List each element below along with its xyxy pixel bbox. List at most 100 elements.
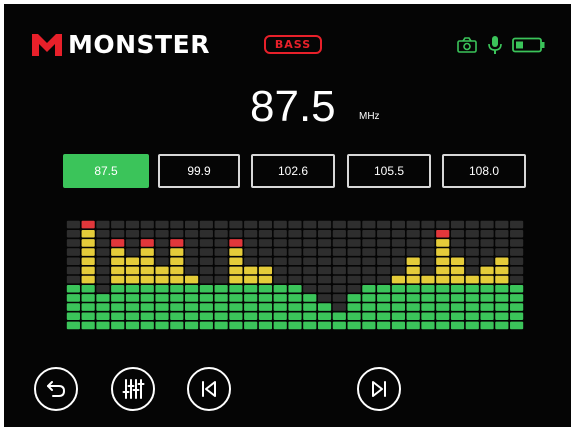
eq-cell — [258, 303, 273, 311]
eq-cell — [480, 220, 494, 229]
eq-cell — [140, 220, 154, 229]
eq-cell — [199, 303, 213, 311]
eq-cell — [125, 303, 140, 311]
previous-button[interactable] — [187, 367, 231, 411]
eq-cell — [81, 275, 95, 284]
eq-cell — [184, 284, 199, 293]
eq-cell — [170, 294, 184, 302]
eq-cell — [436, 257, 450, 266]
eq-cell — [199, 229, 213, 238]
eq-cell — [436, 220, 450, 229]
eq-cell — [170, 239, 184, 247]
eq-band — [81, 220, 95, 330]
eq-cell — [406, 266, 420, 275]
eq-cell — [199, 257, 213, 266]
eq-cell — [495, 239, 509, 247]
eq-cell — [258, 248, 273, 256]
eq-cell — [140, 284, 154, 293]
eq-cell — [155, 294, 169, 302]
eq-cell — [288, 239, 302, 247]
eq-cell — [406, 284, 420, 293]
eq-cell — [125, 321, 140, 330]
eq-band — [140, 220, 154, 330]
eq-cell — [406, 220, 420, 229]
eq-cell — [436, 239, 450, 247]
eq-band — [258, 220, 273, 330]
eq-cell — [229, 284, 243, 293]
eq-cell — [450, 229, 465, 238]
eq-cell — [317, 248, 332, 256]
next-button[interactable] — [357, 367, 401, 411]
eq-cell — [125, 239, 140, 247]
eq-cell — [347, 248, 361, 256]
eq-cell — [495, 284, 509, 293]
eq-cell — [288, 220, 302, 229]
eq-band — [391, 220, 405, 330]
eq-cell — [450, 294, 465, 302]
eq-band — [288, 220, 302, 330]
eq-cell — [273, 257, 287, 266]
eq-cell — [140, 266, 154, 275]
eq-cell — [421, 239, 435, 247]
preset-button-3[interactable]: 102.6 — [251, 154, 335, 188]
eq-cell — [170, 284, 184, 293]
preset-button-5[interactable]: 108.0 — [442, 154, 526, 188]
eq-cell — [510, 294, 524, 302]
eq-cell — [258, 312, 273, 321]
eq-cell — [465, 321, 479, 330]
eq-band — [229, 220, 243, 330]
eq-cell — [421, 229, 435, 238]
eq-cell — [303, 303, 317, 311]
eq-cell — [288, 312, 302, 321]
eq-cell — [81, 257, 95, 266]
eq-cell — [111, 248, 125, 256]
eq-cell — [229, 294, 243, 302]
eq-cell — [96, 239, 110, 247]
eq-cell — [111, 303, 125, 311]
eq-cell — [170, 303, 184, 311]
back-button[interactable] — [34, 367, 78, 411]
eq-cell — [184, 321, 199, 330]
eq-cell — [229, 248, 243, 256]
eq-cell — [81, 321, 95, 330]
eq-cell — [465, 257, 479, 266]
equalizer-button[interactable] — [111, 367, 155, 411]
eq-cell — [184, 266, 199, 275]
preset-button-4[interactable]: 105.5 — [347, 154, 431, 188]
preset-button-1[interactable]: 87.5 — [63, 154, 149, 188]
eq-cell — [347, 220, 361, 229]
eq-cell — [377, 257, 391, 266]
eq-cell — [317, 312, 332, 321]
eq-cell — [288, 321, 302, 330]
camera-icon — [457, 37, 477, 53]
preset-button-2[interactable]: 99.9 — [158, 154, 240, 188]
eq-cell — [347, 229, 361, 238]
monster-logo: MONSTER — [32, 32, 210, 58]
frequency-unit: MHz — [359, 111, 380, 122]
eq-cell — [317, 284, 332, 293]
eq-cell — [170, 248, 184, 256]
microphone-icon — [488, 36, 502, 54]
eq-cell — [362, 220, 376, 229]
eq-cell — [244, 257, 258, 266]
eq-cell — [140, 257, 154, 266]
eq-cell — [244, 312, 258, 321]
eq-band — [214, 220, 228, 330]
eq-cell — [480, 266, 494, 275]
eq-cell — [480, 303, 494, 311]
eq-cell — [495, 303, 509, 311]
eq-cell — [184, 257, 199, 266]
eq-cell — [258, 266, 273, 275]
eq-cell — [406, 303, 420, 311]
eq-cell — [421, 266, 435, 275]
eq-cell — [244, 248, 258, 256]
eq-cell — [465, 294, 479, 302]
eq-cell — [317, 321, 332, 330]
eq-cell — [244, 294, 258, 302]
bass-badge[interactable]: BASS — [264, 35, 322, 54]
eq-cell — [184, 239, 199, 247]
eq-cell — [273, 220, 287, 229]
eq-cell — [184, 312, 199, 321]
eq-cell — [347, 257, 361, 266]
eq-cell — [184, 248, 199, 256]
